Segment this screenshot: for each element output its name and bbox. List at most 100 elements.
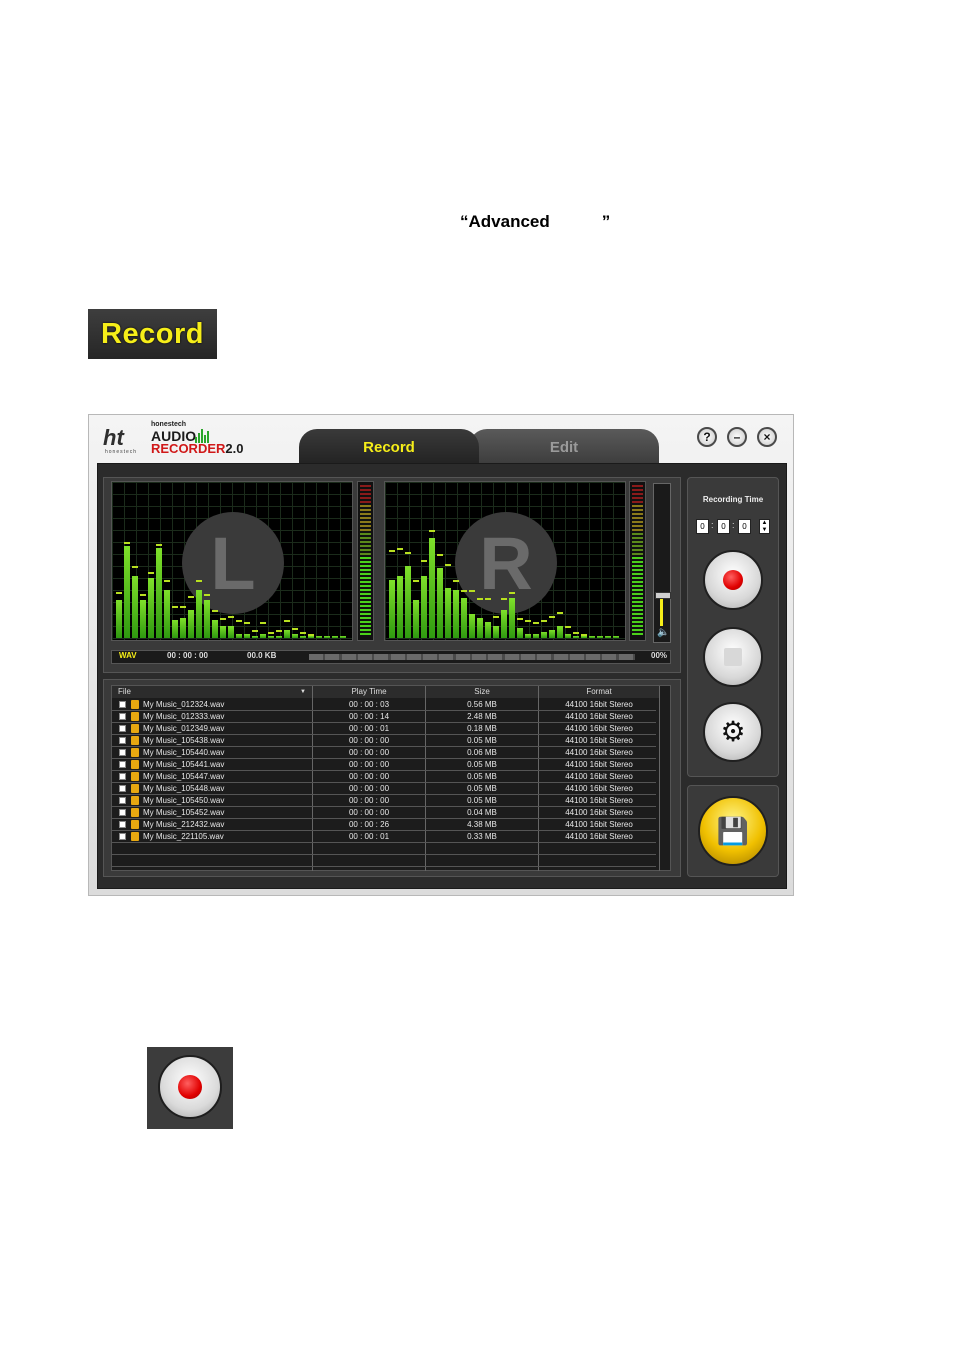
spectrum-bar [260,634,266,638]
header-format[interactable]: Format [539,686,659,698]
recording-time-hours[interactable]: 0 [696,519,709,534]
row-checkbox[interactable] [119,749,126,756]
table-row[interactable]: My Music_105440.wav 00 : 00 : 00 0.06 MB 44… [112,747,656,759]
help-button[interactable]: ? [697,427,717,447]
header-play-time[interactable]: Play Time [313,686,425,698]
progress-segment [357,654,372,660]
row-checkbox[interactable] [119,785,126,792]
row-checkbox[interactable] [119,737,126,744]
level-led [632,601,643,603]
row-checkbox[interactable] [119,833,126,840]
spectrum-bar [172,620,178,638]
spectrum-peak [397,548,403,550]
spectrum-bar [565,634,571,638]
spectrum-bar [156,548,162,638]
tab-record[interactable]: Record [299,429,479,465]
time-spinner[interactable]: ▲ ▼ [759,519,770,534]
stop-button[interactable] [703,627,763,687]
minimize-button[interactable]: – [727,427,747,447]
spectrum-peak [236,620,242,622]
spectrum-peak [477,598,483,600]
music-file-icon [131,832,139,841]
cell-file: My Music_105452.wav [143,808,225,817]
cell-play-time: 00 : 00 : 26 [348,820,390,829]
cell-size: 0.05 MB [467,796,497,805]
row-checkbox[interactable] [119,713,126,720]
row-checkbox[interactable] [119,797,126,804]
spectrum-bar [124,546,130,638]
cell-size: 0.06 MB [467,748,497,757]
cell-size: 0.04 MB [467,808,497,817]
table-row[interactable]: My Music_212432.wav 00 : 00 : 26 4.38 MB 44… [112,819,656,831]
record-button[interactable] [703,550,763,610]
settings-button[interactable]: ⚙ [703,702,763,762]
cell-play-time: 00 : 00 : 00 [348,748,390,757]
spectrum-bar [509,598,515,638]
level-led [632,633,643,635]
gear-icon: ⚙ [720,716,746,747]
spectrum-bar [308,636,314,638]
level-led [360,529,371,531]
table-row[interactable]: My Music_105447.wav 00 : 00 : 00 0.05 MB 44… [112,771,656,783]
table-row[interactable]: My Music_221105.wav 00 : 00 : 01 0.33 MB 44… [112,831,656,843]
save-button[interactable]: 💾 [698,796,768,866]
close-button[interactable]: × [757,427,777,447]
level-led [632,573,643,575]
row-checkbox[interactable] [119,773,126,780]
spectrum-peak [244,622,250,624]
cell-play-time: 00 : 00 : 00 [348,784,390,793]
spectrum-bar [573,636,579,638]
table-row[interactable]: My Music_105441.wav 00 : 00 : 00 0.05 MB 44… [112,759,656,771]
spectrum-bar [397,576,403,638]
spectrum-bar [228,626,234,638]
cell-play-time: 00 : 00 : 01 [348,724,390,733]
music-file-icon [131,808,139,817]
row-checkbox[interactable] [119,701,126,708]
cell-size: 0.05 MB [467,784,497,793]
music-file-icon [131,820,139,829]
tab-edit[interactable]: Edit [469,429,659,465]
level-led [632,493,643,495]
level-led [632,629,643,631]
table-row[interactable]: My Music_105452.wav 00 : 00 : 00 0.04 MB 44… [112,807,656,819]
table-row[interactable]: My Music_012333.wav 00 : 00 : 14 2.48 MB 44… [112,711,656,723]
cell-size: 0.56 MB [467,700,497,709]
header-size[interactable]: Size [426,686,538,698]
spectrum-peak [573,632,579,634]
table-row-empty [112,855,656,867]
right-spectrum: R [384,481,626,641]
spectrum-bar [340,636,346,638]
music-file-icon [131,748,139,757]
spectrum-bar [541,632,547,638]
speaker-icon: 🔈 [657,627,670,638]
volume-slider[interactable] [653,483,671,643]
spectrum-bar [204,600,210,638]
progress-segment [602,654,617,660]
table-row[interactable]: My Music_012324.wav 00 : 00 : 03 0.56 MB 44… [112,699,656,711]
spectrum-bar [284,630,290,638]
level-led [632,557,643,559]
header-file[interactable]: File ▼ [112,686,312,698]
row-checkbox[interactable] [119,761,126,768]
spectrum-bar [180,618,186,638]
table-row[interactable]: My Music_012349.wav 00 : 00 : 01 0.18 MB 44… [112,723,656,735]
table-row[interactable]: My Music_105438.wav 00 : 00 : 00 0.05 MB 44… [112,735,656,747]
table-row[interactable]: My Music_105450.wav 00 : 00 : 00 0.05 MB 44… [112,795,656,807]
advanced-text: “Advanced” [460,212,611,231]
level-led [632,613,643,615]
level-led [360,493,371,495]
progress-segment [504,654,519,660]
recording-time-minutes[interactable]: 0 [717,519,730,534]
row-checkbox[interactable] [119,725,126,732]
spectrum-peak [212,610,218,612]
record-button-large [158,1055,222,1119]
row-checkbox[interactable] [119,821,126,828]
recording-time-seconds[interactable]: 0 [738,519,751,534]
level-led [360,521,371,523]
row-checkbox[interactable] [119,809,126,816]
music-file-icon [131,700,139,709]
volume-thumb[interactable] [655,592,671,599]
level-led [360,601,371,603]
cell-size: 0.05 MB [467,772,497,781]
table-row[interactable]: My Music_105448.wav 00 : 00 : 00 0.05 MB 44… [112,783,656,795]
